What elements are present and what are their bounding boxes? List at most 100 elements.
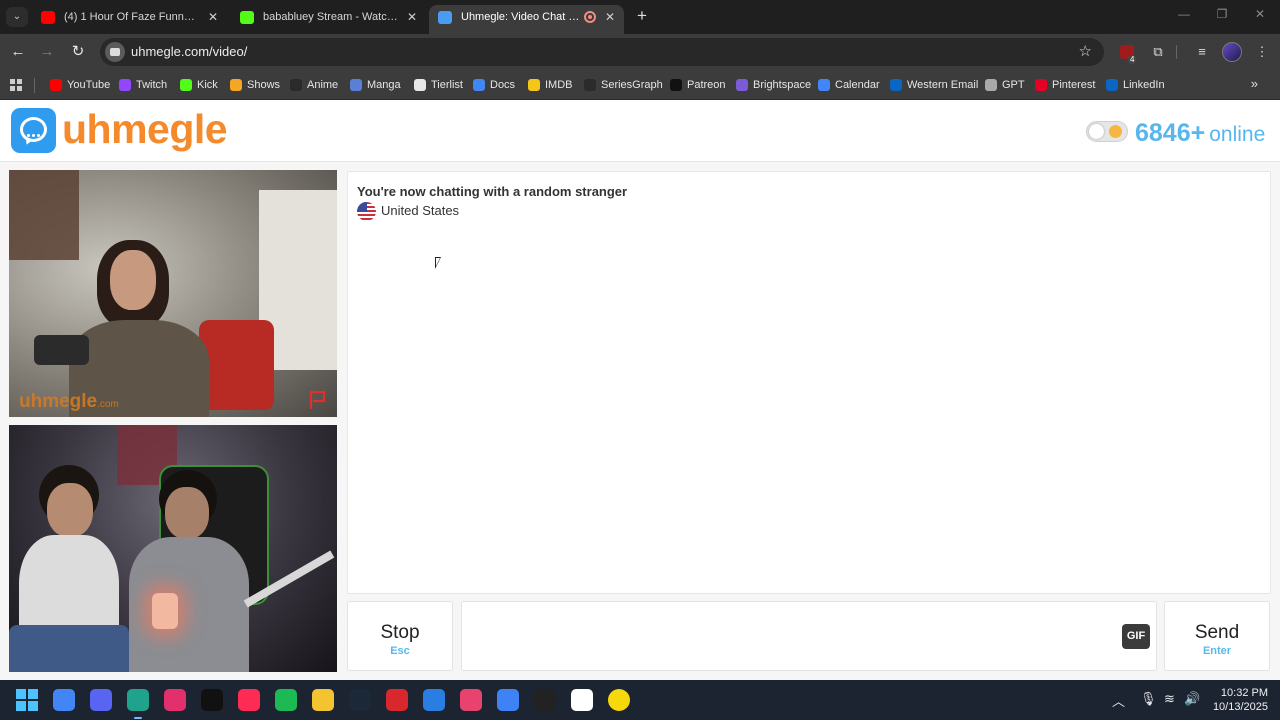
tab-uhmegle[interactable]: Uhmegle: Video Chat | Ome ✕ [429, 5, 624, 34]
apps-grid-icon[interactable] [10, 79, 22, 91]
bookmark-anime[interactable]: Anime [290, 76, 338, 94]
person2-shirt [129, 537, 249, 672]
bookmark-star-icon[interactable]: ☆ [1079, 42, 1092, 60]
site-logo-text[interactable]: uhmegle [62, 106, 228, 153]
volume-icon[interactable]: 🔊 [1184, 691, 1200, 707]
chat-controls: Stop Esc GIF Send Enter [347, 601, 1271, 673]
gif-button[interactable]: GIF [1122, 624, 1150, 649]
more-bookmarks-icon[interactable]: » [1251, 76, 1258, 91]
menu-kebab-icon[interactable]: ⋮ [1252, 42, 1272, 62]
app-pink-taskbar-icon[interactable] [460, 689, 482, 711]
bookmark-youtube[interactable]: YouTube [50, 76, 110, 94]
close-tab-icon[interactable]: ✕ [208, 5, 218, 30]
roblox-taskbar-icon[interactable] [497, 689, 519, 711]
profile-avatar[interactable] [1222, 42, 1242, 62]
chrome-taskbar-icon[interactable] [53, 689, 75, 711]
online-plus: + [1190, 119, 1206, 147]
tab-search-button[interactable]: ⌄ [6, 7, 28, 27]
address-bar[interactable]: uhmegle.com/video/ ☆ [100, 38, 1104, 66]
dark-mode-toggle[interactable] [1086, 121, 1128, 142]
uhmegle-favicon-icon [438, 11, 452, 24]
url-text[interactable]: uhmegle.com/video/ [131, 44, 247, 59]
extensions-puzzle-icon[interactable]: ⧉ [1148, 42, 1168, 62]
discord-taskbar-icon[interactable] [90, 689, 112, 711]
app-blue-taskbar-icon[interactable] [423, 689, 445, 711]
maximize-window-icon[interactable]: ❐ [1212, 7, 1232, 21]
online-count: 6846 [1135, 119, 1191, 147]
bookmark-seriesgraph[interactable]: SeriesGraph [584, 76, 663, 94]
bookmark-shows[interactable]: Shows [230, 76, 280, 94]
bookmark-docs[interactable]: Docs [473, 76, 515, 94]
close-tab-icon[interactable]: ✕ [605, 5, 615, 30]
bookmark-label: YouTube [67, 79, 111, 91]
bookmark-label: Tierlist [431, 79, 463, 91]
watermark-text: uhmegle [19, 391, 98, 412]
bookmark-patreon[interactable]: Patreon [670, 76, 726, 94]
wifi-icon[interactable]: ≋ [1164, 691, 1175, 707]
uhmegle-watermark: uhmegle.com [19, 391, 119, 413]
linkedin-icon [1106, 79, 1118, 91]
tiktok-live-taskbar-icon[interactable] [238, 689, 260, 711]
capcut-m-taskbar-icon[interactable] [534, 689, 556, 711]
site-info-icon[interactable] [105, 42, 125, 62]
stop-shortcut-hint: Esc [390, 645, 410, 657]
windows-taskbar: ︿ 🎙 ≋ 🔊 10:32 PM 10/13/2025 [0, 680, 1280, 720]
uhmegle-logo-icon[interactable] [11, 108, 56, 153]
brightspace-icon [736, 79, 748, 91]
back-arrow-icon[interactable]: ← [8, 42, 28, 62]
bookmark-western-email[interactable]: Western Email [890, 76, 978, 94]
instagram-taskbar-icon[interactable] [164, 689, 186, 711]
bookmark-label: IMDB [545, 79, 573, 91]
bookmark-twitch[interactable]: Twitch [119, 76, 167, 94]
bookmark-kick[interactable]: Kick [180, 76, 218, 94]
tiktok-taskbar-icon[interactable] [201, 689, 223, 711]
mouse-cursor-icon [435, 257, 445, 269]
uhmegle-page: uhmegle 6846+ online uhmegle.com You're … [0, 101, 1280, 680]
seriesgraph-icon [584, 79, 596, 91]
tab-youtube[interactable]: (4) 1 Hour Of Faze Funny Mome ✕ [32, 5, 227, 34]
bookmark-label: Kick [197, 79, 218, 91]
reload-icon[interactable]: ↻ [68, 42, 88, 62]
self-video [9, 425, 337, 672]
minimize-window-icon[interactable]: — [1174, 7, 1194, 21]
system-clock[interactable]: 10:32 PM 10/13/2025 [1213, 686, 1268, 714]
toolbar-divider [1176, 45, 1177, 59]
close-window-icon[interactable]: ✕ [1250, 7, 1270, 21]
tab-kick[interactable]: bababluey Stream - Watch Live ✕ [231, 5, 426, 34]
bookmark-linkedin[interactable]: LinkedIn [1106, 76, 1165, 94]
red-chair [199, 320, 274, 410]
close-tab-icon[interactable]: ✕ [407, 5, 417, 30]
spotify-taskbar-icon[interactable] [275, 689, 297, 711]
mega-taskbar-icon[interactable] [386, 689, 408, 711]
show-hidden-icons-chevron-icon[interactable]: ︿ [1112, 691, 1125, 710]
bookmark-tierlist[interactable]: Tierlist [414, 76, 463, 94]
clock-date: 10/13/2025 [1212, 701, 1268, 713]
bookmark-brightspace[interactable]: Brightspace [736, 76, 811, 94]
bookmark-pinterest[interactable]: Pinterest [1035, 76, 1095, 94]
recorder-taskbar-icon[interactable] [608, 689, 630, 711]
bookmark-imdb[interactable]: IMDB [528, 76, 573, 94]
capcut-taskbar-icon[interactable] [571, 689, 593, 711]
youtube-icon [50, 79, 62, 91]
bookmark-manga[interactable]: Manga [350, 76, 401, 94]
steam-taskbar-icon[interactable] [349, 689, 371, 711]
report-flag-icon[interactable] [307, 389, 329, 411]
send-button[interactable]: Send Enter [1164, 601, 1270, 671]
bookmark-calendar[interactable]: Calendar [818, 76, 880, 94]
person2-face [165, 487, 209, 539]
bookmark-label: Patreon [687, 79, 726, 91]
person-face [110, 250, 156, 310]
message-input[interactable]: GIF [461, 601, 1157, 671]
gpt-icon [985, 79, 997, 91]
stranger-video: uhmegle.com [9, 170, 337, 417]
bookmark-label: Calendar [835, 79, 880, 91]
bookmark-gpt[interactable]: GPT [985, 76, 1025, 94]
media-controls-icon[interactable]: ≡ [1192, 42, 1212, 62]
new-tab-button[interactable]: + [632, 6, 652, 28]
windows-start-icon[interactable] [16, 689, 38, 711]
stop-button[interactable]: Stop Esc [347, 601, 453, 671]
forward-arrow-icon[interactable]: → [37, 42, 57, 62]
file-explorer-taskbar-icon[interactable] [312, 689, 334, 711]
microphone-icon[interactable]: 🎙 [1140, 691, 1157, 707]
obs-taskbar-icon[interactable] [127, 689, 149, 719]
